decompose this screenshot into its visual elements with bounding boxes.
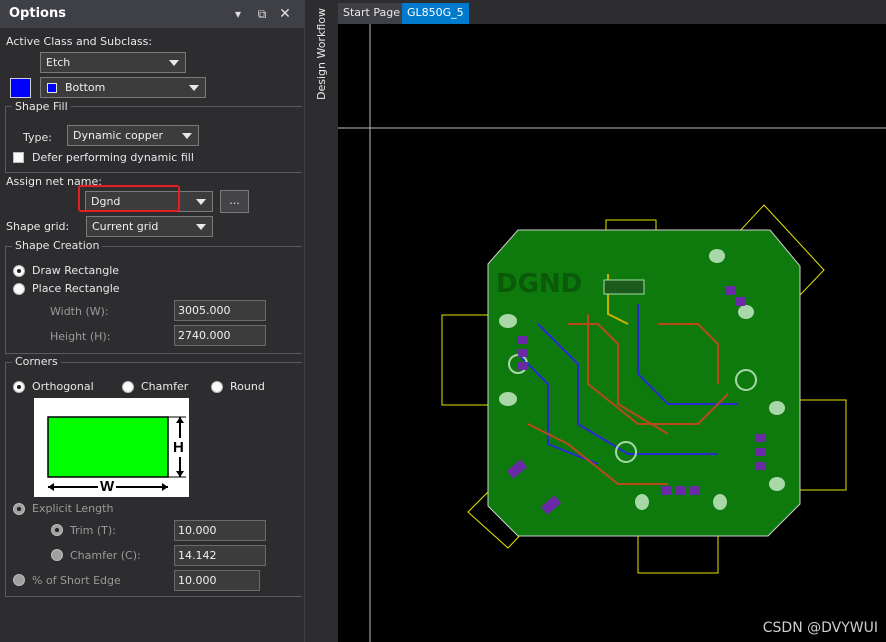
type-label: Type:: [23, 131, 52, 144]
round-radio[interactable]: [211, 381, 223, 393]
subclass-color-swatch[interactable]: [10, 78, 31, 98]
design-workflow-label[interactable]: Design Workflow: [315, 8, 328, 100]
pad-8: [713, 494, 727, 510]
subclass-dropdown[interactable]: Bottom: [40, 77, 206, 98]
fill-type-value: Dynamic copper: [73, 129, 164, 142]
width-value: 3005.000: [178, 304, 231, 317]
dropdown-icon[interactable]: ▾: [230, 5, 246, 23]
explicit-length-label: Explicit Length: [32, 502, 114, 515]
pad-purple-1: [518, 336, 528, 344]
chamfer-length-input[interactable]: 14.142: [174, 545, 266, 566]
trim-radio[interactable]: [51, 524, 63, 536]
diagram-rectangle: [47, 416, 169, 478]
shape-grid-value: Current grid: [92, 220, 159, 233]
corners-title: Corners: [12, 355, 61, 368]
pad-purple-7: [662, 486, 671, 495]
chevron-down-icon: [169, 60, 179, 66]
pad-6: [769, 477, 785, 491]
orthogonal-radio[interactable]: [13, 381, 25, 393]
pad-purple-3: [518, 362, 528, 370]
height-value: 2740.000: [178, 329, 231, 342]
short-edge-label: % of Short Edge: [32, 574, 121, 587]
trim-value: 10.000: [178, 524, 217, 537]
height-arrow-bottom: [176, 471, 184, 477]
short-edge-radio[interactable]: [13, 574, 25, 586]
width-input[interactable]: 3005.000: [174, 300, 266, 321]
short-edge-input[interactable]: 10.000: [174, 570, 260, 591]
chamfer-length-radio[interactable]: [51, 549, 63, 561]
pad-purple-8: [676, 486, 685, 495]
chamfer-length-value: 14.142: [178, 549, 217, 562]
shape-fill-title: Shape Fill: [12, 100, 71, 113]
pad-5: [769, 401, 785, 415]
pad-purple-11: [736, 297, 745, 306]
pad-purple-6: [756, 462, 766, 470]
height-arrow-top: [176, 417, 184, 423]
pad-purple-4: [756, 434, 766, 442]
corner-diagram: W H: [34, 398, 189, 497]
trim-label: Trim (T):: [70, 524, 116, 537]
chamfer-radio[interactable]: [122, 381, 134, 393]
shape-creation-title: Shape Creation: [12, 239, 103, 252]
pad-purple-9: [690, 486, 699, 495]
usb-connector-body: [603, 279, 645, 295]
subclass-value: Bottom: [65, 81, 106, 94]
close-icon[interactable]: ✕: [277, 5, 293, 23]
options-panel: Options ▾ ⧉ ✕ Active Class and Subclass:…: [0, 0, 304, 642]
width-arrow-left: [48, 483, 54, 491]
pcb-drawing[interactable]: DGND: [338, 24, 886, 642]
height-input[interactable]: 2740.000: [174, 325, 266, 346]
pad-purple-2: [518, 349, 528, 357]
chevron-down-icon: [182, 133, 192, 139]
defer-fill-checkbox[interactable]: [13, 152, 24, 163]
restore-icon[interactable]: ⧉: [254, 5, 270, 23]
place-rectangle-label: Place Rectangle: [32, 282, 120, 295]
pad-purple-10: [726, 286, 735, 295]
browse-net-button[interactable]: ...: [220, 190, 249, 213]
height-label: Height (H):: [50, 330, 111, 343]
shape-grid-label: Shape grid:: [6, 220, 70, 233]
subclass-color-icon: [47, 83, 57, 93]
fill-type-dropdown[interactable]: Dynamic copper: [67, 125, 199, 146]
options-title: Options: [9, 6, 66, 21]
pad-3: [709, 249, 725, 263]
tab-gl850g-5[interactable]: GL850G_5: [402, 3, 469, 24]
document-tabs: Start Page GL850G_5: [338, 0, 886, 24]
pad-1: [499, 314, 517, 328]
width-label: Width (W):: [50, 305, 109, 318]
place-rectangle-radio[interactable]: [13, 283, 25, 295]
class-value: Etch: [46, 56, 71, 69]
tab-start-page[interactable]: Start Page: [338, 3, 405, 24]
pad-7: [635, 494, 649, 510]
draw-rectangle-radio[interactable]: [13, 265, 25, 277]
orthogonal-label: Orthogonal: [32, 380, 94, 393]
chevron-down-icon: [196, 199, 206, 205]
class-dropdown[interactable]: Etch: [40, 52, 186, 73]
diagram-h-label: H: [173, 438, 184, 457]
round-label: Round: [230, 380, 265, 393]
short-edge-value: 10.000: [178, 574, 217, 587]
active-class-label: Active Class and Subclass:: [6, 35, 153, 48]
chevron-down-icon: [189, 85, 199, 91]
watermark-text: CSDN @DVYWUI: [762, 620, 878, 636]
chevron-down-icon: [196, 224, 206, 230]
board-silk-text: DGND: [496, 269, 582, 299]
explicit-length-radio[interactable]: [13, 503, 25, 515]
shape-grid-dropdown[interactable]: Current grid: [86, 216, 213, 237]
pcb-canvas[interactable]: DGND CSDN @DVYWUI: [338, 24, 886, 642]
chamfer-length-label: Chamfer (C):: [70, 549, 141, 562]
outline-left-connector: [441, 314, 493, 406]
pad-4: [738, 305, 754, 319]
pad-2: [499, 392, 517, 406]
options-titlebar: Options ▾ ⧉ ✕: [0, 0, 304, 28]
diagram-w-label: W: [98, 478, 117, 495]
design-workflow-strip[interactable]: Design Workflow: [304, 0, 338, 642]
chamfer-label: Chamfer: [141, 380, 189, 393]
defer-fill-label: Defer performing dynamic fill: [32, 151, 194, 164]
trim-input[interactable]: 10.000: [174, 520, 266, 541]
pad-purple-5: [756, 448, 766, 456]
highlight-box: [78, 185, 180, 212]
width-arrow-right: [162, 483, 168, 491]
draw-rectangle-label: Draw Rectangle: [32, 264, 120, 277]
